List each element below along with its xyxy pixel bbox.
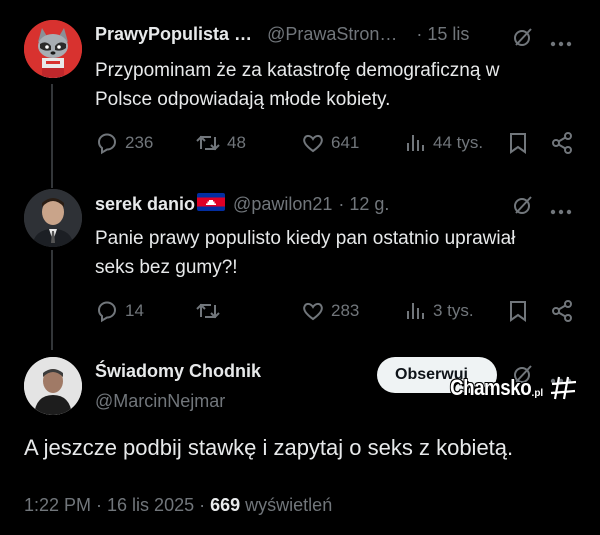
reply-count: 236 [125, 133, 154, 152]
reply-button[interactable]: 236 [95, 129, 153, 157]
like-button[interactable]: 283 [301, 297, 359, 325]
avatar[interactable] [24, 357, 82, 415]
like-icon [303, 134, 323, 153]
retweet-icon [196, 303, 220, 319]
views-icon [407, 135, 424, 151]
views-count: 3 tys. [433, 301, 474, 320]
retweet-button[interactable]: 48 [195, 129, 246, 157]
views-button[interactable]: 44 tys. [405, 129, 483, 157]
author-handle[interactable]: @pawilon21 [233, 194, 332, 215]
views-label: wyświetleń [245, 495, 333, 515]
like-count: 641 [331, 133, 360, 152]
more-icon[interactable] [550, 34, 572, 52]
watermark: Chamsko .pl [450, 373, 579, 403]
views-button[interactable]: 3 tys. [405, 297, 474, 325]
grok-icon[interactable] [512, 194, 534, 221]
bookmark-icon[interactable] [508, 129, 528, 157]
reply-icon [98, 133, 116, 155]
tweet-header: PrawyPopulista … @PrawaStron… · 15 lis [95, 24, 469, 45]
more-icon[interactable] [550, 202, 572, 220]
person-avatar-icon [24, 189, 82, 247]
tweet-text-line: Polsce odpowiadają młode kobiety. [95, 89, 391, 110]
bookmark-icon[interactable] [508, 297, 528, 325]
like-button[interactable]: 641 [301, 129, 359, 157]
views-count: 44 tys. [433, 133, 484, 152]
main-author-handle[interactable]: @MarcinNejmar [95, 391, 225, 412]
retweet-icon [196, 135, 220, 151]
thread-line [51, 250, 53, 350]
tweet-text-line: Przypominam że za katastrofę demograficz… [95, 60, 500, 81]
reply-button[interactable]: 14 [95, 297, 144, 325]
tweet-text: Panie prawy populisto kiedy pan ostatnio… [95, 224, 585, 282]
like-icon [303, 302, 323, 321]
avatar[interactable] [24, 189, 82, 247]
tweet-meta: 1:22 PM · 16 lis 2025 · 669 wyświetleń [24, 495, 332, 516]
tweet-time[interactable]: · 15 lis [416, 24, 469, 44]
retweet-button[interactable] [195, 297, 227, 325]
author-handle[interactable]: @PrawaStron… [267, 24, 397, 44]
raccoon-avatar-icon [24, 20, 82, 78]
grok-icon[interactable] [512, 26, 534, 53]
retweet-count: 48 [227, 133, 246, 152]
tweet-header: serek danio @pawilon21 · 12 g. [95, 193, 389, 216]
reply-count: 14 [125, 301, 144, 320]
person-avatar-icon [24, 357, 82, 415]
share-icon[interactable] [550, 129, 574, 157]
tweet-actions: 14 283 3 tys. [95, 297, 585, 325]
views-icon [407, 303, 424, 319]
cambodia-flag-icon [197, 193, 226, 216]
author-name[interactable]: serek danio [95, 194, 195, 215]
share-icon[interactable] [550, 297, 574, 325]
views-count: 669 [210, 495, 241, 515]
hashtag-icon [551, 376, 577, 400]
tweet-text-line: seks bez gumy?! [95, 257, 238, 278]
tweet-text-line: Panie prawy populisto kiedy pan ostatnio… [95, 228, 516, 249]
avatar[interactable] [24, 20, 82, 78]
main-author-name[interactable]: Świadomy Chodnik [95, 361, 261, 382]
tweet-time[interactable]: · 12 g. [338, 194, 389, 215]
tweet-text: Przypominam że za katastrofę demograficz… [95, 56, 585, 114]
author-name[interactable]: PrawyPopulista … [95, 24, 252, 44]
watermark-tld: .pl [531, 387, 544, 399]
like-count: 283 [331, 301, 360, 320]
main-tweet-text: A jeszcze podbij stawkę i zapytaj o seks… [24, 435, 514, 460]
thread-line [51, 84, 53, 188]
tweet-actions: 236 48 641 44 tys. [95, 129, 585, 157]
tweet-timestamp[interactable]: 1:22 PM · 16 lis 2025 · [24, 495, 205, 515]
watermark-text: Chamsko [450, 375, 532, 400]
reply-icon [98, 301, 116, 323]
